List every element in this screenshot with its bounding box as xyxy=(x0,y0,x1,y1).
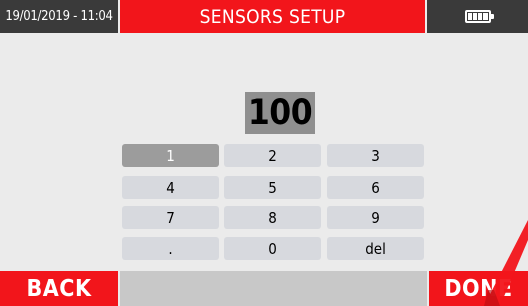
key-7[interactable]: 7 xyxy=(122,206,219,229)
footer-bar: BACK DONE xyxy=(0,271,528,306)
key-8[interactable]: 8 xyxy=(224,206,321,229)
value-display: 100 xyxy=(245,92,315,134)
key-9[interactable]: 9 xyxy=(327,206,424,229)
battery-status xyxy=(427,0,528,33)
key-4[interactable]: 4 xyxy=(122,176,219,199)
key-delete[interactable]: del xyxy=(327,237,424,260)
key-2[interactable]: 2 xyxy=(224,144,321,167)
key-5[interactable]: 5 xyxy=(224,176,321,199)
back-button[interactable]: BACK xyxy=(0,271,118,306)
key-decimal-point[interactable]: . xyxy=(122,237,219,260)
battery-full-icon xyxy=(464,10,494,23)
datetime-display: 19/01/2019 - 11:04 xyxy=(0,0,118,33)
key-0[interactable]: 0 xyxy=(224,237,321,260)
done-button[interactable]: DONE xyxy=(429,271,528,306)
key-3[interactable]: 3 xyxy=(327,144,424,167)
key-6[interactable]: 6 xyxy=(327,176,424,199)
key-1[interactable]: 1 xyxy=(122,144,219,167)
header-bar: 19/01/2019 - 11:04 SENSORS SETUP xyxy=(0,0,528,33)
footer-spacer xyxy=(120,271,427,306)
page-title: SENSORS SETUP xyxy=(120,0,425,33)
